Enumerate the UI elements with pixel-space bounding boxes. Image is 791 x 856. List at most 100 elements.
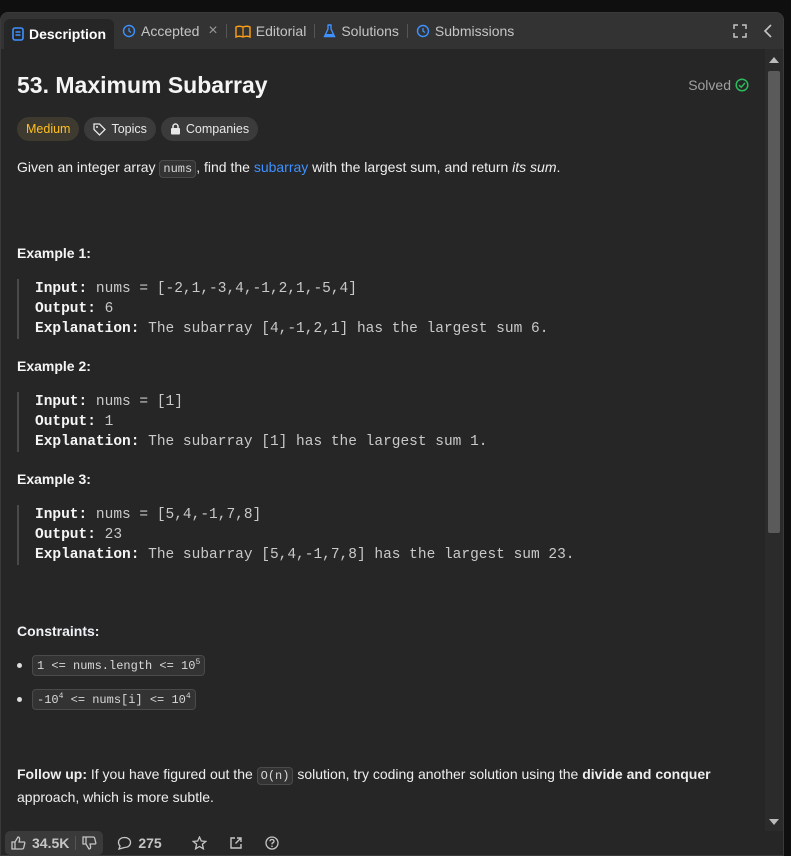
solved-label: Solved (688, 77, 731, 93)
output-value: 6 (104, 301, 114, 317)
example-1-explanation: Explanation: The subarray [4,-1,2,1] has… (35, 319, 735, 339)
tab-submissions-label: Submissions (434, 23, 515, 39)
fullscreen-icon[interactable] (733, 24, 747, 38)
topics-label: Topics (111, 122, 147, 136)
tab-editorial[interactable]: Editorial (227, 13, 315, 49)
comment-icon (118, 836, 132, 850)
input-label: Input: (35, 507, 88, 523)
like-count: 34.5K (32, 835, 70, 851)
example-3-title: Example 3: (17, 471, 91, 487)
input-value: nums = [1] (95, 394, 183, 410)
output-label: Output: (35, 301, 96, 317)
example-1-title: Example 1: (17, 245, 91, 261)
constraint-item: 1 <= nums.length <= 105 (17, 655, 206, 676)
check-circle-icon (735, 78, 749, 92)
bullet (17, 697, 22, 702)
problem-title: 53. Maximum Subarray (17, 72, 268, 98)
tab-description-label: Description (29, 26, 107, 42)
desc-text: . (556, 159, 561, 175)
constraint-item: -104 <= nums[i] <= 104 (17, 689, 196, 710)
description-icon (12, 27, 24, 41)
constraint-code: -104 <= nums[i] <= 104 (32, 689, 196, 710)
output-value: 23 (104, 527, 123, 543)
follow-up-text: approach, which is more subtle. (17, 789, 214, 805)
difficulty-badge: Medium (17, 117, 80, 141)
explanation-value: The subarray [1] has the largest sum 1. (148, 434, 488, 450)
example-3-output: Output: 23 (35, 525, 735, 545)
example-1-output: Output: 6 (35, 299, 735, 319)
subarray-link[interactable]: subarray (254, 159, 308, 175)
inline-code: nums (159, 160, 197, 178)
companies-label: Companies (185, 122, 250, 136)
problem-content: 53. Maximum Subarray Solved Medium Topic… (1, 49, 765, 831)
favorite-button[interactable] (191, 836, 207, 850)
chevron-left-icon[interactable] (763, 24, 773, 38)
scrollbar[interactable] (765, 49, 783, 831)
tag-icon (93, 122, 107, 136)
follow-up-bold: divide and conquer (582, 766, 711, 782)
constraints-title: Constraints: (17, 623, 100, 639)
topics-button[interactable]: Topics (84, 117, 156, 141)
book-icon (235, 25, 251, 38)
bullet (17, 663, 22, 668)
input-value: nums = [5,4,-1,7,8] (95, 507, 262, 523)
star-icon (191, 836, 207, 850)
example-2-block: Input: nums = [1] Output: 1 Explanation:… (17, 392, 735, 452)
example-2-title: Example 2: (17, 358, 91, 374)
scroll-up-arrow[interactable] (769, 57, 779, 63)
bottom-bar: 34.5K 275 (1, 831, 783, 855)
help-button[interactable] (265, 836, 279, 850)
thumbs-up-icon[interactable] (11, 836, 26, 850)
companies-button[interactable]: Companies (160, 117, 259, 141)
external-link-icon (230, 837, 242, 849)
tab-accepted[interactable]: Accepted × (114, 13, 226, 49)
output-label: Output: (35, 527, 96, 543)
thumbs-down-icon[interactable] (82, 836, 97, 850)
flask-icon (323, 24, 336, 38)
help-icon (265, 836, 279, 850)
tag-row: Medium Topics Companies (17, 117, 259, 141)
tab-editorial-label: Editorial (255, 23, 307, 39)
example-1-block: Input: nums = [-2,1,-3,4,-1,2,1,-5,4] Ou… (17, 279, 735, 339)
share-button[interactable] (229, 836, 243, 850)
desc-text: , find the (196, 159, 254, 175)
constraint-text: -10 (37, 693, 59, 707)
follow-up-label: Follow up: (17, 766, 87, 782)
follow-up: Follow up: If you have figured out the O… (17, 764, 737, 808)
output-value: 1 (104, 414, 114, 430)
explanation-value: The subarray [4,-1,2,1] has the largest … (148, 321, 549, 337)
scrollbar-thumb[interactable] (768, 71, 780, 533)
constraint-code: 1 <= nums.length <= 105 (32, 655, 206, 676)
explanation-label: Explanation: (35, 434, 140, 450)
follow-up-text: solution, try coding another solution us… (293, 766, 583, 782)
problem-description: Given an integer array nums, find the su… (17, 157, 560, 180)
tab-description[interactable]: Description (4, 19, 115, 49)
scroll-down-arrow[interactable] (769, 819, 779, 825)
constraint-exponent: 4 (185, 692, 191, 701)
tab-bar-actions (733, 24, 783, 38)
input-label: Input: (35, 281, 88, 297)
vote-box: 34.5K (5, 831, 104, 855)
solved-status: Solved (688, 77, 749, 93)
example-1-input: Input: nums = [-2,1,-3,4,-1,2,1,-5,4] (35, 279, 735, 299)
problem-panel: Description Accepted × Editorial Solutio… (0, 12, 784, 856)
example-2-input: Input: nums = [1] (35, 392, 735, 412)
inline-code: O(n) (256, 767, 294, 785)
explanation-label: Explanation: (35, 547, 140, 563)
desc-text: with the largest sum, and return (308, 159, 513, 175)
desc-emphasis: its sum (512, 159, 557, 175)
history-icon (122, 24, 136, 38)
comment-count: 275 (138, 835, 162, 851)
lock-icon (170, 123, 180, 135)
constraint-text: <= nums[i] <= 10 (63, 693, 186, 707)
explanation-value: The subarray [5,4,-1,7,8] has the larges… (148, 547, 575, 563)
example-2-output: Output: 1 (35, 412, 735, 432)
tab-bar: Description Accepted × Editorial Solutio… (1, 13, 783, 49)
constraint-text: 1 <= nums.length <= 10 (37, 659, 196, 673)
tab-submissions[interactable]: Submissions (408, 13, 522, 49)
tab-solutions[interactable]: Solutions (315, 13, 407, 49)
desc-text: Given an integer array (17, 159, 160, 175)
comments-button[interactable]: 275 (117, 835, 162, 851)
close-icon[interactable]: × (208, 22, 217, 40)
output-label: Output: (35, 414, 96, 430)
